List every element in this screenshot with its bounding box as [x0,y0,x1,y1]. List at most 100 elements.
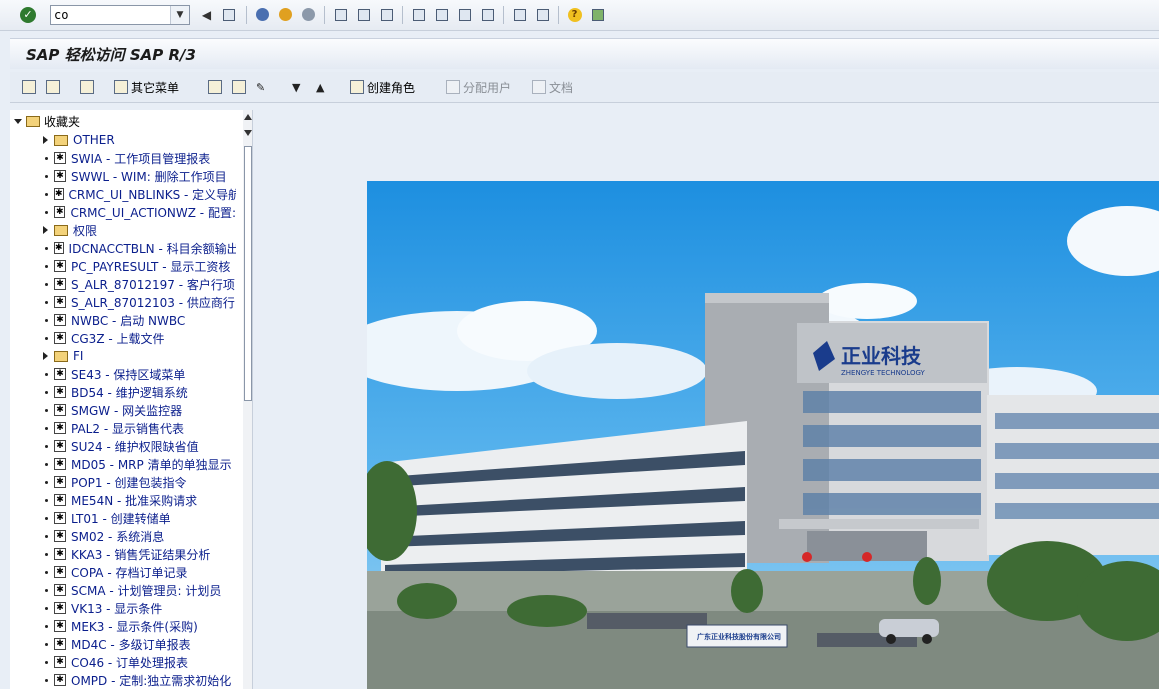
scroll-thumb[interactable] [244,146,252,401]
tree-folder[interactable]: 权限 [10,221,236,239]
tree-scrollbar[interactable] [243,110,252,689]
tree-item[interactable]: ✱ MEK3 - 显示条件(采购) [10,617,236,635]
print-icon[interactable] [332,6,349,23]
bullet-icon [45,570,48,574]
bullet-icon [45,300,48,304]
tree-item[interactable]: ✱ SWIA - 工作项目管理报表 [10,149,236,167]
back-icon[interactable] [254,6,271,23]
find-icon[interactable] [355,6,372,23]
tree-item[interactable]: ✱ CRMC_UI_ACTIONWZ - 配置: [10,203,236,221]
expand-arrow-icon[interactable] [43,352,48,360]
transaction-icon: ✱ [54,494,66,506]
bullet-icon [45,426,48,430]
tree-item-label: NWBC - 启动 NWBC [71,313,186,328]
bullet-icon [45,462,48,466]
transaction-icon: ✱ [54,404,66,416]
tree-item[interactable]: ✱ LT01 - 创建转储单 [10,509,236,527]
assign-users-button[interactable]: 分配用户 [446,78,511,96]
tree-item[interactable]: ✱ VK13 - 显示条件 [10,599,236,617]
svg-text:正业科技: 正业科技 [841,344,922,368]
transaction-icon: ✱ [54,314,66,326]
tree-item[interactable]: ✱ SM02 - 系统消息 [10,527,236,545]
tree-root-favorites[interactable]: 收藏夹 [14,112,80,130]
move-up-button[interactable]: ▲ [316,78,324,96]
help-icon[interactable]: ? [566,6,583,23]
collapse-arrow-icon[interactable] [14,118,22,124]
save-icon[interactable] [220,6,237,23]
bullet-icon [45,336,48,340]
transaction-icon: ✱ [54,674,66,686]
tree-item-label: SE43 - 保持区域菜单 [71,367,186,382]
tree-item[interactable]: ✱ COPA - 存档订单记录 [10,563,236,581]
first-page-icon[interactable] [410,6,427,23]
tree-item-label: BD54 - 维护逻辑系统 [71,385,188,400]
bullet-icon [45,210,48,214]
tree-item[interactable]: ✱ CO46 - 订单处理报表 [10,653,236,671]
previous-page-icon[interactable] [433,6,450,23]
tree-item[interactable]: ✱ SWWL - WIM: 删除工作项目 [10,167,236,185]
transaction-icon: ✱ [54,278,66,290]
folder-icon [54,134,68,146]
transaction-icon: ✱ [54,530,66,542]
tree-item[interactable]: ✱ SCMA - 计划管理员: 计划员 [10,581,236,599]
tree-item[interactable]: ✱ PC_PAYRESULT - 显示工资核 [10,257,236,275]
tree-item[interactable]: ✱ MD4C - 多级订单报表 [10,635,236,653]
tree-item-label: MD4C - 多级订单报表 [71,637,191,652]
tree-item[interactable]: ✱ ME54N - 批准采购请求 [10,491,236,509]
tree-item[interactable]: ✱ SE43 - 保持区域菜单 [10,365,236,383]
enter-check-icon[interactable]: ✓ [20,7,36,23]
tree-item-label: CRMC_UI_ACTIONWZ - 配置: [70,205,236,220]
scroll-up-icon[interactable] [244,114,252,120]
command-field[interactable]: ▼ [50,5,190,25]
next-page-icon[interactable] [456,6,473,23]
transaction-icon: ✱ [54,152,66,164]
back-arrow-icon[interactable]: ◀ [198,6,215,23]
tree-item[interactable]: ✱ S_ALR_87012103 - 供应商行 [10,293,236,311]
tree-item[interactable]: ✱ OMPD - 定制:独立需求初始化 [10,671,236,689]
create-role-button[interactable]: 创建角色 [350,78,415,96]
command-history-dropdown-icon[interactable]: ▼ [170,6,189,24]
command-input[interactable] [54,7,172,23]
tree-folder[interactable]: OTHER [10,131,236,149]
bullet-icon [45,588,48,592]
tree-item[interactable]: ✱ CG3Z - 上载文件 [10,329,236,347]
tree-item[interactable]: ✱ NWBC - 启动 NWBC [10,311,236,329]
folder-open-icon [26,115,40,127]
create-shortcut-icon[interactable] [534,6,551,23]
user-menu-button[interactable] [22,78,36,96]
exit-icon[interactable] [277,6,294,23]
tree-item[interactable]: ✱ PAL2 - 显示销售代表 [10,419,236,437]
tree-item[interactable]: ✱ S_ALR_87012197 - 客户行项 [10,275,236,293]
scroll-down-icon[interactable] [244,130,252,136]
expand-arrow-icon[interactable] [43,226,48,234]
assign-users-label: 分配用户 [463,80,512,95]
cancel-icon[interactable] [300,6,317,23]
tree-item[interactable]: ✱ POP1 - 创建包装指令 [10,473,236,491]
bullet-icon [45,660,48,664]
customize-layout-icon[interactable] [589,6,606,23]
tree-folder[interactable]: FI [10,347,236,365]
tree-item[interactable]: ✱ IDCNACCTBLN - 科目余额输出 [10,239,236,257]
last-page-icon[interactable] [479,6,496,23]
tree-item[interactable]: ✱ BD54 - 维护逻辑系统 [10,383,236,401]
tree-item[interactable]: ✱ SMGW - 网关监控器 [10,401,236,419]
delete-favorite-button[interactable] [232,78,246,96]
find-next-icon[interactable] [378,6,395,23]
expand-arrow-icon[interactable] [43,136,48,144]
tree-item[interactable]: ✱ CRMC_UI_NBLINKS - 定义导航 [10,185,236,203]
create-session-icon[interactable] [511,6,528,23]
tree-item-label: PC_PAYRESULT - 显示工资核 [71,259,231,274]
move-down-button[interactable]: ▼ [292,78,300,96]
other-menu-label: 其它菜单 [131,80,180,95]
transaction-icon: ✱ [54,332,66,344]
tree-item[interactable]: ✱ KKA3 - 销售凭证结果分析 [10,545,236,563]
other-menu-button[interactable]: 其它菜单 [114,78,179,96]
tree-item-label: COPA - 存档订单记录 [71,565,188,580]
documentation-button[interactable]: 文档 [532,78,573,96]
change-favorite-button[interactable]: ✎ [256,78,265,96]
tree-item[interactable]: ✱ MD05 - MRP 清单的单独显示 [10,455,236,473]
sap-menu-button[interactable] [46,78,60,96]
favorites-button[interactable] [80,78,94,96]
add-favorite-button[interactable] [208,78,222,96]
tree-item[interactable]: ✱ SU24 - 维护权限缺省值 [10,437,236,455]
